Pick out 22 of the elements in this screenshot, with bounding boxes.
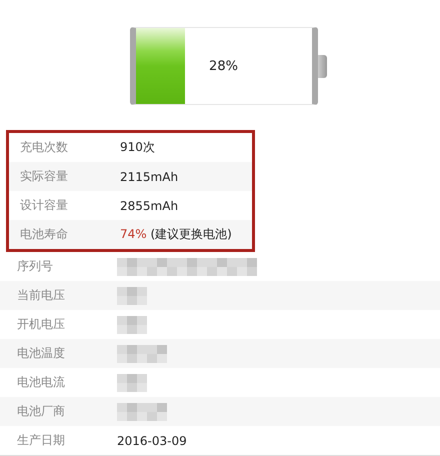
row-label: 实际容量 [20,168,69,185]
blurred-value [117,402,167,420]
blurred-value [117,316,147,334]
row-label: 当前电压 [17,287,66,304]
blurred-value [117,286,147,304]
row-value: 2115mAh [120,170,178,184]
row-value: 2016-03-09 [117,434,187,448]
row-label: 电池厂商 [17,403,66,420]
row-label: 开机电压 [17,316,66,333]
row-label: 电池电流 [17,374,66,391]
row-value: 910次 [120,139,155,156]
blurred-value [117,374,147,392]
battery-percent: 28% [209,58,238,74]
row-value: 2855mAh [120,198,178,212]
row-label: 生产日期 [17,432,66,449]
row-value: 74% (建议更换电池) [120,226,232,243]
row-label: 序列号 [17,258,54,275]
row-label: 电池寿命 [20,226,69,243]
row-label: 设计容量 [20,197,69,214]
blurred-value [117,344,167,362]
row-label: 电池温度 [17,345,66,362]
row-label: 充电次数 [20,139,69,156]
